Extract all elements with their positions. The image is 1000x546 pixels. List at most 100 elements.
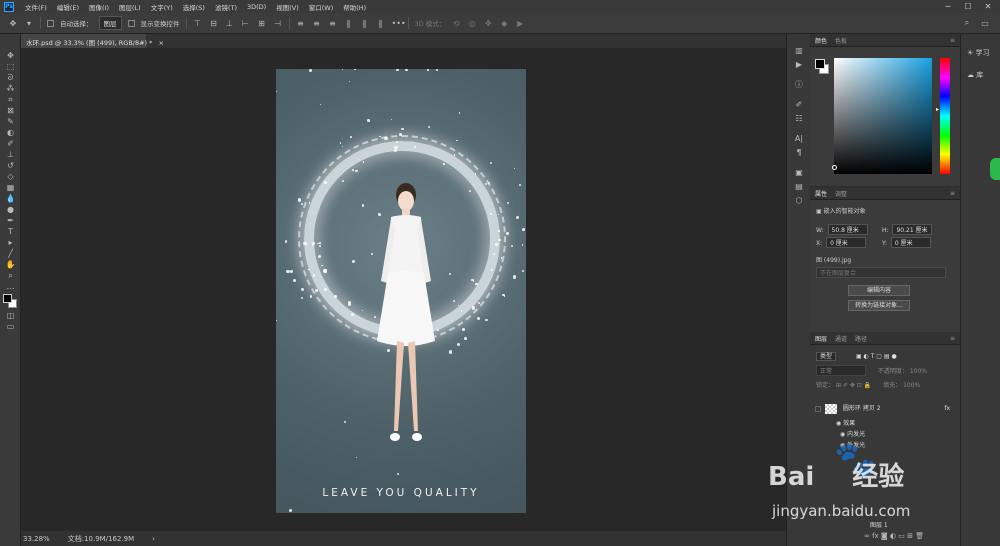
edit-contents-button[interactable]: 编辑内容	[848, 285, 910, 296]
foreground-color-swatch[interactable]	[3, 294, 12, 303]
move-tool-icon[interactable]: ✥	[0, 50, 21, 61]
lock-position-icon[interactable]: ✥	[850, 382, 855, 389]
close-tab-icon[interactable]: ×	[158, 39, 163, 47]
distribute-bottom-icon[interactable]: ≡	[328, 19, 338, 28]
type-tool-icon[interactable]: T	[0, 226, 21, 237]
status-arrow-icon[interactable]: ›	[152, 535, 155, 543]
menu-image[interactable]: 图像(I)	[84, 2, 114, 12]
filter-shape-icon[interactable]: ▢	[876, 353, 882, 360]
swatches-icon[interactable]: ▣	[787, 166, 811, 180]
foreground-color-swatch[interactable]	[815, 59, 825, 69]
3d-camera-icon[interactable]: ▶	[515, 19, 525, 28]
color-swatches[interactable]	[0, 292, 21, 310]
menu-view[interactable]: 视图(V)	[271, 2, 304, 12]
dodge-tool-icon[interactable]: ●	[0, 204, 21, 215]
auto-select-dropdown[interactable]: 图层	[98, 16, 122, 30]
menu-select[interactable]: 选择(S)	[178, 2, 210, 12]
magic-wand-tool-icon[interactable]: ⁂	[0, 83, 21, 94]
marquee-tool-icon[interactable]: ⬚	[0, 61, 21, 72]
opacity-value[interactable]: 100%	[910, 368, 927, 375]
document-canvas[interactable]: LEAVE YOU QUALITY	[276, 69, 526, 513]
tab-swatches[interactable]: 色板	[835, 36, 847, 45]
3d-rotate-icon[interactable]: ⟲	[451, 19, 461, 28]
tab-properties[interactable]: 属性	[815, 189, 827, 198]
x-field[interactable]: 0 厘米	[826, 237, 867, 248]
menu-3d[interactable]: 3D(D)	[242, 3, 271, 11]
menu-file[interactable]: 文件(F)	[20, 2, 52, 12]
stamp-tool-icon[interactable]: ⊥	[0, 149, 21, 160]
workspace-icon[interactable]: ▭	[980, 19, 990, 28]
filter-smart-object-icon[interactable]: ▤	[884, 353, 890, 360]
adjustments-icon[interactable]: ☷	[787, 112, 811, 126]
path-selection-tool-icon[interactable]: ▸	[0, 237, 21, 248]
document-tab[interactable]: 水环.psd @ 33.3% (图 (499), RGB/8#) * ×	[21, 34, 164, 48]
eyedropper-tool-icon[interactable]: ✎	[0, 116, 21, 127]
actions-play-icon[interactable]: ▶	[787, 58, 811, 72]
tab-layers[interactable]: 图层	[815, 334, 827, 343]
filter-pixel-icon[interactable]: ▣	[856, 353, 862, 360]
width-field[interactable]: 50.8 厘米	[827, 224, 868, 235]
filter-type-icon[interactable]: T	[871, 353, 875, 360]
pen-tool-icon[interactable]: ✒	[0, 215, 21, 226]
menu-window[interactable]: 窗口(W)	[304, 2, 339, 12]
healing-brush-tool-icon[interactable]: ◐	[0, 127, 21, 138]
lasso-tool-icon[interactable]: ᘐ	[0, 72, 21, 83]
hue-slider[interactable]: ▸	[936, 58, 950, 174]
3d-pan-icon[interactable]: ✥	[483, 19, 493, 28]
effects-row[interactable]: ◉ 效果	[836, 418, 978, 427]
menu-help[interactable]: 帮助(H)	[338, 2, 371, 12]
tab-adjustments[interactable]: 调整	[835, 189, 847, 198]
3d-slide-icon[interactable]: ◆	[499, 19, 509, 28]
history-brush-tool-icon[interactable]: ↺	[0, 160, 21, 171]
crop-tool-icon[interactable]: ⌗	[0, 94, 21, 105]
3d-roll-icon[interactable]: ◎	[467, 19, 477, 28]
convert-to-linked-button[interactable]: 转换为链接对象...	[848, 300, 910, 311]
panel-menu-icon[interactable]: ≡	[950, 37, 955, 44]
filter-adjustment-icon[interactable]: ◐	[864, 353, 869, 360]
distribute-right-icon[interactable]: ‖	[376, 19, 386, 28]
eye-icon[interactable]: ◉	[836, 420, 841, 427]
distribute-middle-icon[interactable]: ≡	[312, 19, 322, 28]
more-tools-icon[interactable]: …	[0, 281, 21, 292]
blend-mode-dropdown[interactable]: 正常	[816, 365, 866, 376]
align-bottom-icon[interactable]: ⊥	[225, 19, 235, 28]
filter-toggle-icon[interactable]: ●	[891, 353, 896, 360]
saturation-value-picker[interactable]	[832, 58, 932, 174]
close-window-button[interactable]: ✕	[978, 1, 998, 12]
layer-filter-dropdown[interactable]: 类型	[816, 352, 837, 361]
align-right-icon[interactable]: ⊣	[273, 19, 283, 28]
panel-menu-icon[interactable]: ≡	[950, 190, 955, 197]
panel-menu-icon[interactable]: ≡	[950, 335, 955, 342]
eye-icon[interactable]: ◉	[840, 431, 845, 438]
align-left-icon[interactable]: ⊢	[241, 19, 251, 28]
fx-icon[interactable]: fx	[944, 402, 950, 416]
character-icon[interactable]: A|	[787, 132, 811, 146]
blur-tool-icon[interactable]: 💧	[0, 193, 21, 204]
frame-tool-icon[interactable]: ⊠	[0, 105, 21, 116]
maximize-button[interactable]: ☐	[958, 1, 978, 12]
history-icon[interactable]: ▥	[787, 44, 811, 58]
menu-edit[interactable]: 编辑(E)	[52, 2, 84, 12]
layer-row[interactable]: 圆形环 拷贝 2 fx	[810, 402, 952, 416]
paragraph-icon[interactable]: ¶	[787, 146, 811, 160]
lock-paint-icon[interactable]: ✐	[843, 382, 848, 389]
distribute-left-icon[interactable]: ‖	[344, 19, 354, 28]
height-field[interactable]: 90.21 厘米	[892, 224, 933, 235]
screen-mode-icon[interactable]: ▭	[0, 321, 21, 332]
minimize-button[interactable]: ─	[938, 1, 958, 12]
chevron-down-icon[interactable]: ▾	[24, 19, 34, 28]
learn-item[interactable]: ☀ 学习	[961, 42, 1000, 64]
floating-assistant-button[interactable]	[990, 158, 1000, 180]
tab-channels[interactable]: 通道	[835, 334, 847, 343]
libraries-item[interactable]: ☁ 库	[961, 64, 1000, 86]
3d-cube-icon[interactable]: ⬡	[787, 194, 811, 208]
zoom-tool-icon[interactable]: ⌕	[0, 270, 21, 281]
align-middle-icon[interactable]: ⊟	[209, 19, 219, 28]
gradient-tool-icon[interactable]: ▦	[0, 182, 21, 193]
visibility-toggle[interactable]	[815, 406, 821, 412]
canvas-area[interactable]: LEAVE YOU QUALITY	[21, 48, 786, 531]
menu-type[interactable]: 文字(Y)	[146, 2, 178, 12]
brush-settings-icon[interactable]: ✐	[787, 98, 811, 112]
color-picker-handle[interactable]	[832, 165, 837, 170]
menu-layer[interactable]: 图层(L)	[114, 2, 146, 12]
